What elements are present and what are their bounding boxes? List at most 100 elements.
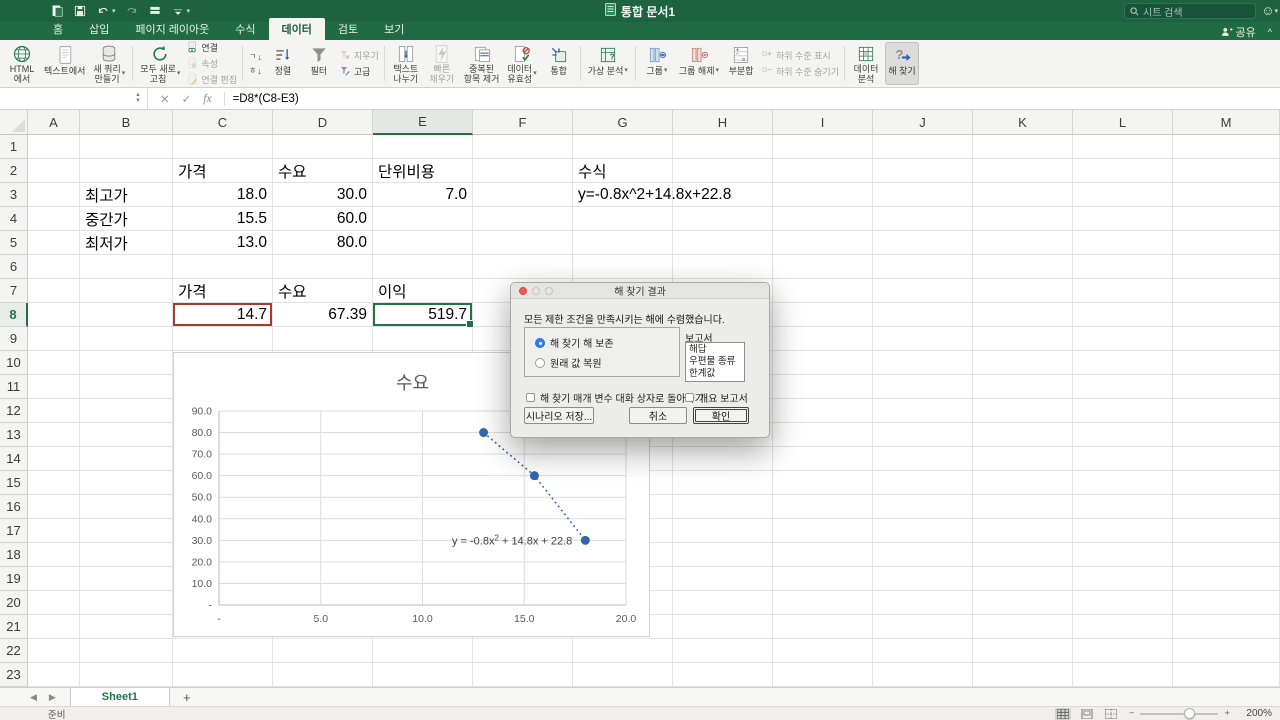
cell-A2[interactable] (28, 159, 80, 183)
column-header-I[interactable]: I (773, 110, 873, 135)
zoom-out-icon[interactable]: − (1129, 708, 1135, 719)
cell-E2[interactable]: 단위비용 (373, 159, 473, 183)
row-header-11[interactable]: 11 (0, 375, 28, 399)
cell-M21[interactable] (1173, 615, 1280, 639)
cell-E6[interactable] (373, 255, 473, 279)
cell-J17[interactable] (873, 519, 973, 543)
cell-M19[interactable] (1173, 567, 1280, 591)
cell-K15[interactable] (973, 471, 1073, 495)
cell-G5[interactable] (573, 231, 673, 255)
cell-I17[interactable] (773, 519, 873, 543)
cell-I14[interactable] (773, 447, 873, 471)
cell-A8[interactable] (28, 303, 80, 327)
row-header-20[interactable]: 20 (0, 591, 28, 615)
cell-A9[interactable] (28, 327, 80, 351)
cell-J23[interactable] (873, 663, 973, 687)
cell-K14[interactable] (973, 447, 1073, 471)
cell-I19[interactable] (773, 567, 873, 591)
cell-L13[interactable] (1073, 423, 1173, 447)
cell-H4[interactable] (673, 207, 773, 231)
cell-I22[interactable] (773, 639, 873, 663)
cell-M1[interactable] (1173, 135, 1280, 159)
cell-K10[interactable] (973, 351, 1073, 375)
cell-L18[interactable] (1073, 543, 1173, 567)
save-scenario-button[interactable]: 시나리오 저장... (524, 407, 594, 424)
cell-F23[interactable] (473, 663, 573, 687)
cell-M8[interactable] (1173, 303, 1280, 327)
cell-M16[interactable] (1173, 495, 1280, 519)
save-icon[interactable] (73, 4, 87, 18)
ribbon-button-solver[interactable]: ? 해 찾기 (884, 42, 919, 85)
cell-B7[interactable] (80, 279, 173, 303)
row-header-16[interactable]: 16 (0, 495, 28, 519)
cell-L7[interactable] (1073, 279, 1173, 303)
cell-D4[interactable]: 60.0 (273, 207, 373, 231)
cell-J20[interactable] (873, 591, 973, 615)
cell-D9[interactable] (273, 327, 373, 351)
column-header-C[interactable]: C (173, 110, 273, 135)
cell-D3[interactable]: 30.0 (273, 183, 373, 207)
cell-E7[interactable]: 이익 (373, 279, 473, 303)
normal-view-icon[interactable] (1054, 707, 1071, 720)
reports-listbox[interactable]: 해답 우편물 종류 한계값 (685, 342, 745, 382)
cell-I1[interactable] (773, 135, 873, 159)
cell-M4[interactable] (1173, 207, 1280, 231)
column-header-H[interactable]: H (673, 110, 773, 135)
checkbox-return-to-dialog[interactable]: 해 찾기 매개 변수 대화 상자로 돌아가기 (526, 390, 704, 405)
report-option-우편물 종류[interactable]: 우편물 종류 (689, 356, 741, 368)
cell-D2[interactable]: 수요 (273, 159, 373, 183)
column-header-G[interactable]: G (573, 110, 673, 135)
cell-M14[interactable] (1173, 447, 1280, 471)
cell-M23[interactable] (1173, 663, 1280, 687)
cell-B20[interactable] (80, 591, 173, 615)
cell-H21[interactable] (673, 615, 773, 639)
cell-K6[interactable] (973, 255, 1073, 279)
redo-icon[interactable] (125, 4, 139, 18)
tab-페이지 레이아웃[interactable]: 페이지 레이아웃 (122, 18, 222, 40)
row-header-4[interactable]: 4 (0, 207, 28, 231)
column-header-K[interactable]: K (973, 110, 1073, 135)
cell-C3[interactable]: 18.0 (173, 183, 273, 207)
column-header-M[interactable]: M (1173, 110, 1280, 135)
cell-A6[interactable] (28, 255, 80, 279)
cell-H2[interactable] (673, 159, 773, 183)
cell-G4[interactable] (573, 207, 673, 231)
row-header-23[interactable]: 23 (0, 663, 28, 687)
cell-H16[interactable] (673, 495, 773, 519)
cell-I8[interactable] (773, 303, 873, 327)
cell-E1[interactable] (373, 135, 473, 159)
cell-I7[interactable] (773, 279, 873, 303)
ribbon-button-text-file[interactable]: 텍스트에서 (41, 42, 88, 85)
ribbon-button-html-globe[interactable]: HTML 에서 (5, 42, 39, 85)
cell-A4[interactable] (28, 207, 80, 231)
cell-J5[interactable] (873, 231, 973, 255)
report-option-해답[interactable]: 해답 (689, 344, 741, 356)
cell-I20[interactable] (773, 591, 873, 615)
cell-H19[interactable] (673, 567, 773, 591)
cell-D7[interactable]: 수요 (273, 279, 373, 303)
cell-A23[interactable] (28, 663, 80, 687)
ribbon-button-filter[interactable]: 필터 (302, 42, 336, 85)
cell-M7[interactable] (1173, 279, 1280, 303)
cell-A15[interactable] (28, 471, 80, 495)
row-header-22[interactable]: 22 (0, 639, 28, 663)
cell-G6[interactable] (573, 255, 673, 279)
cell-C1[interactable] (173, 135, 273, 159)
cell-E23[interactable] (373, 663, 473, 687)
row-header-21[interactable]: 21 (0, 615, 28, 639)
feedback-smiley-button[interactable]: ☺ ▾ (1261, 3, 1278, 18)
collapse-ribbon-icon[interactable]: ^ (1268, 27, 1272, 37)
cell-B2[interactable] (80, 159, 173, 183)
cell-J9[interactable] (873, 327, 973, 351)
cell-B4[interactable]: 중간가 (80, 207, 173, 231)
column-header-A[interactable]: A (28, 110, 80, 135)
sheet-next-icon[interactable]: ▶ (49, 692, 56, 703)
cell-I9[interactable] (773, 327, 873, 351)
cell-I16[interactable] (773, 495, 873, 519)
cell-B5[interactable]: 최저가 (80, 231, 173, 255)
cell-E22[interactable] (373, 639, 473, 663)
row-header-12[interactable]: 12 (0, 399, 28, 423)
customize-toolbar-icon[interactable]: ▾ (171, 4, 190, 18)
cell-J4[interactable] (873, 207, 973, 231)
cell-K18[interactable] (973, 543, 1073, 567)
